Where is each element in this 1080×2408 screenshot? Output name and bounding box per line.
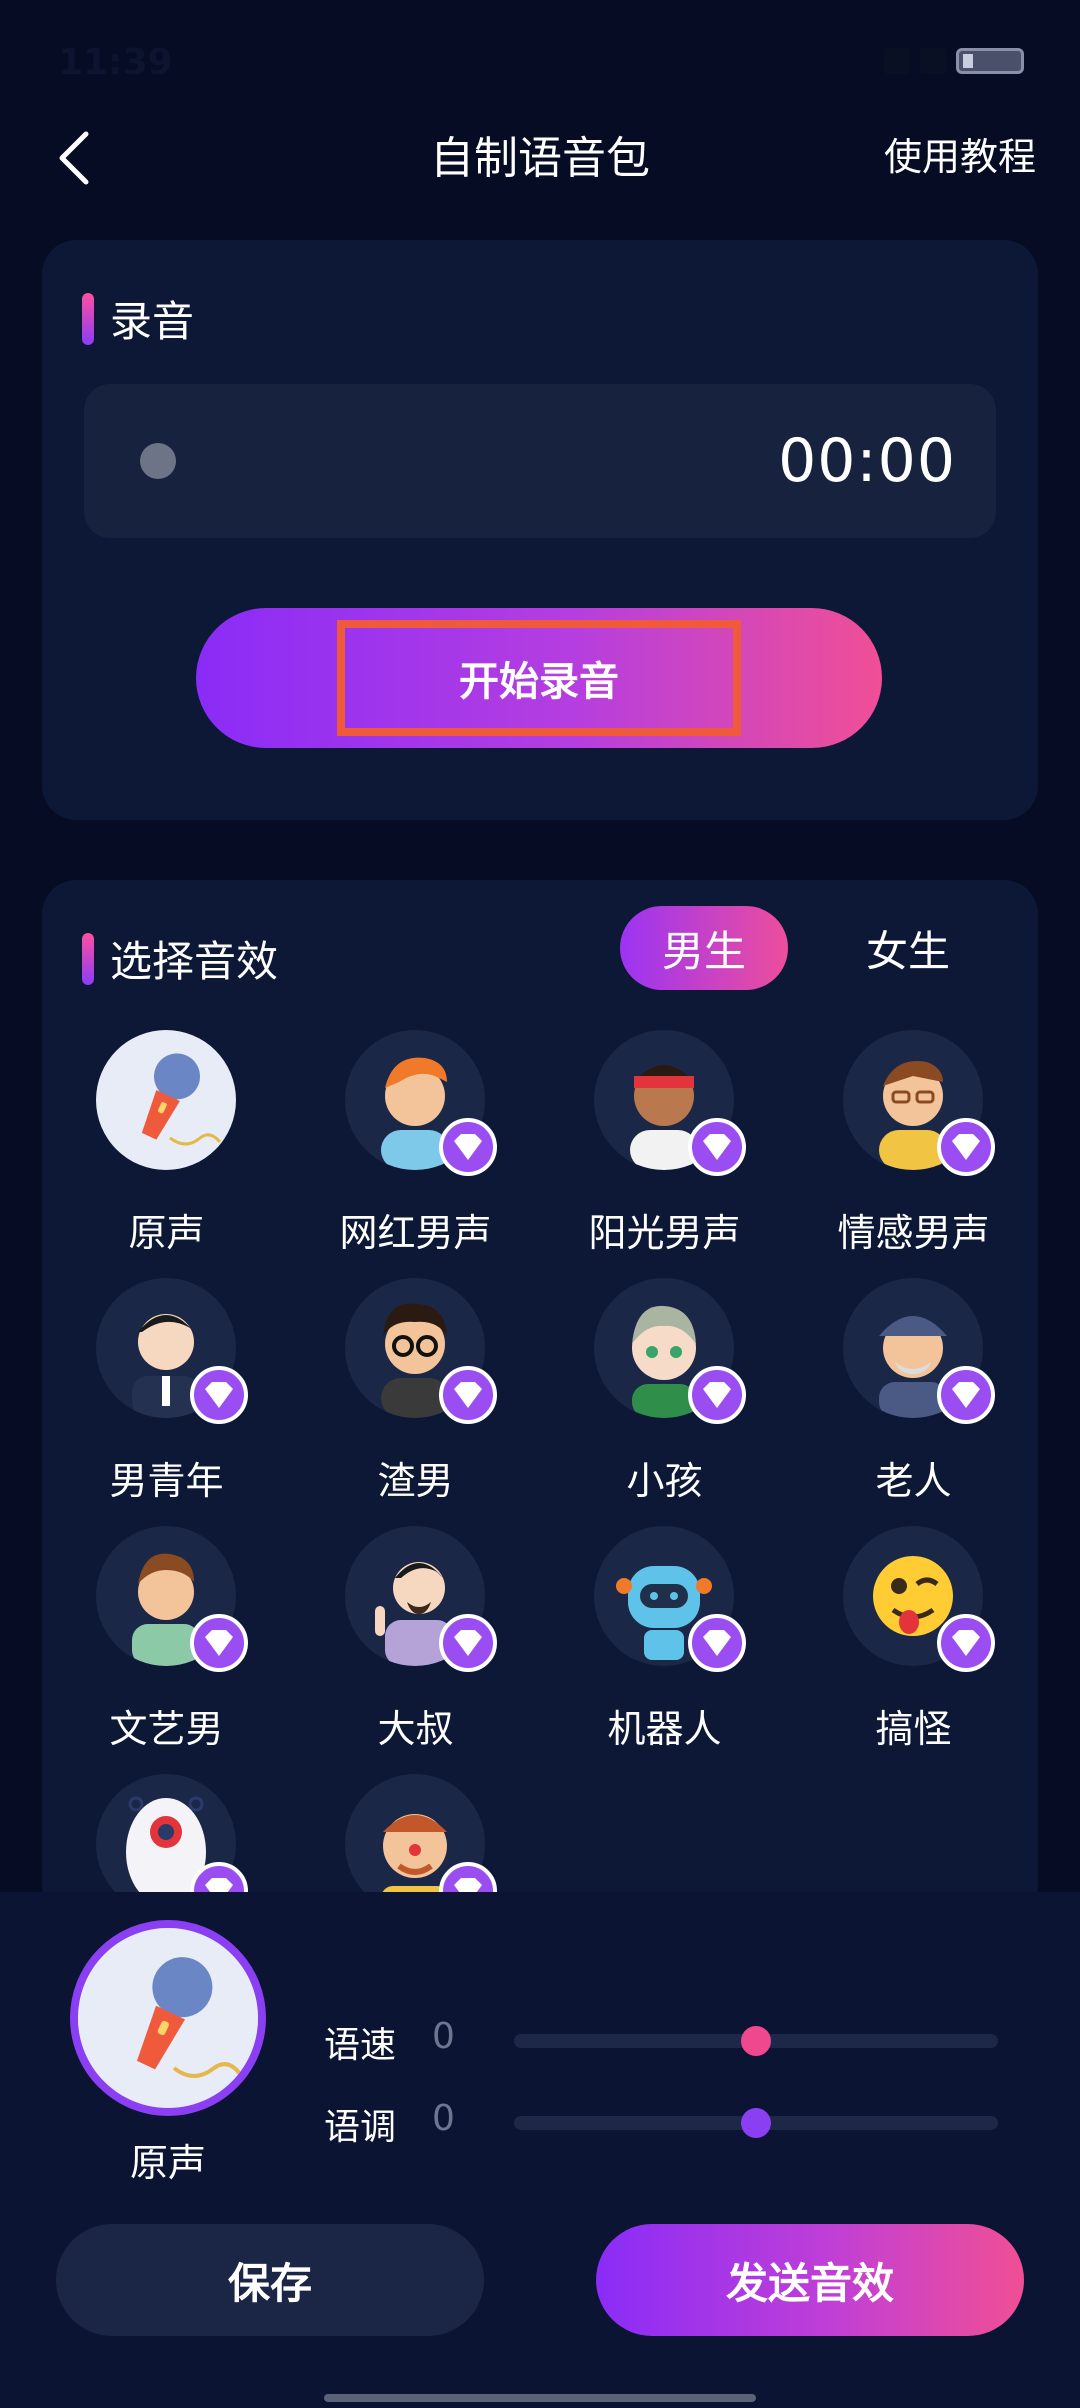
selected-effect-name: 原声 — [129, 2141, 206, 2185]
effect-name: 男青年 — [109, 1459, 224, 1503]
pitch-slider-thumb[interactable] — [741, 2108, 771, 2138]
record-indicator-icon — [140, 443, 176, 479]
effect-item[interactable]: 男青年 — [42, 1278, 291, 1528]
battery-icon — [956, 48, 1024, 74]
speed-value: 0 — [432, 2016, 455, 2057]
effect-item[interactable]: 渣男 — [291, 1278, 540, 1528]
effect-item[interactable]: 小孩 — [540, 1278, 789, 1528]
vip-diamond-icon — [937, 1614, 995, 1672]
effect-item[interactable]: 情感男声 — [789, 1030, 1038, 1280]
effect-name: 老人 — [875, 1459, 952, 1503]
vip-diamond-icon — [439, 1118, 497, 1176]
effect-name: 搞怪 — [875, 1707, 952, 1751]
wifi-icon — [920, 48, 946, 74]
selected-effect-avatar — [70, 1920, 266, 2116]
tutorial-link[interactable]: 使用教程 — [884, 126, 1036, 181]
effect-item[interactable]: 网红男声 — [291, 1030, 540, 1280]
recorder-display: 00:00 — [84, 384, 996, 538]
effect-name: 小孩 — [626, 1459, 703, 1503]
effect-item[interactable]: 老人 — [789, 1278, 1038, 1528]
effect-item[interactable]: 大叔 — [291, 1526, 540, 1776]
vip-diamond-icon — [190, 1366, 248, 1424]
speed-slider-row: 语速 0 — [324, 2010, 1004, 2070]
vip-diamond-icon — [937, 1118, 995, 1176]
effect-name: 文艺男 — [109, 1707, 224, 1751]
effects-section-title: 选择音效 — [82, 928, 278, 989]
start-recording-label-box: 开始录音 — [337, 620, 741, 736]
effect-item[interactable]: 阳光男声 — [540, 1030, 789, 1280]
vip-diamond-icon — [190, 1614, 248, 1672]
recording-title: 录音 — [110, 297, 195, 346]
tab-male[interactable]: 男生 — [620, 906, 788, 990]
status-icons — [884, 48, 1024, 74]
status-bar: 11:39 — [0, 0, 1080, 110]
effects-title: 选择音效 — [110, 937, 279, 986]
send-effect-button[interactable]: 发送音效 — [596, 2224, 1024, 2336]
effects-card: 选择音效 男生 女生 原声 网红男声 阳光男声 情感男声男青年 渣男 小孩 老人文艺男 大叔 机… — [42, 880, 1038, 1920]
effect-item[interactable]: 原声 — [42, 1030, 291, 1280]
start-recording-button[interactable]: 开始录音 — [196, 608, 882, 748]
vip-diamond-icon — [937, 1366, 995, 1424]
effect-name: 渣男 — [377, 1459, 454, 1503]
vip-diamond-icon — [688, 1366, 746, 1424]
recording-card: 录音 00:00 开始录音 — [42, 240, 1038, 820]
speed-slider-thumb[interactable] — [741, 2026, 771, 2056]
pitch-slider-row: 语调 0 — [324, 2092, 1004, 2152]
effect-item[interactable]: 搞怪 — [789, 1526, 1038, 1776]
section-accent-bar — [82, 292, 94, 345]
vip-diamond-icon — [688, 1614, 746, 1672]
pitch-value: 0 — [432, 2098, 455, 2139]
tab-female[interactable]: 女生 — [824, 906, 992, 990]
top-bar: 自制语音包 使用教程 — [0, 110, 1080, 240]
microphone-icon — [96, 1030, 236, 1170]
save-button[interactable]: 保存 — [56, 2224, 484, 2336]
status-time: 11:39 — [58, 42, 173, 83]
effect-item[interactable]: 文艺男 — [42, 1526, 291, 1776]
home-indicator — [324, 2394, 756, 2402]
vip-diamond-icon — [688, 1118, 746, 1176]
section-accent-bar — [82, 932, 94, 985]
speed-label: 语速 — [324, 2025, 397, 2066]
effect-name: 网红男声 — [339, 1211, 492, 1255]
effect-name: 情感男声 — [837, 1211, 990, 1255]
speed-slider-track[interactable] — [514, 2026, 998, 2056]
microphone-icon — [78, 1928, 258, 2108]
effect-name: 机器人 — [607, 1707, 722, 1751]
pitch-label: 语调 — [324, 2107, 397, 2148]
record-timer: 00:00 — [778, 426, 956, 496]
signal-icon — [884, 48, 910, 74]
effect-name: 原声 — [128, 1211, 205, 1255]
effect-item[interactable]: 机器人 — [540, 1526, 789, 1776]
vip-diamond-icon — [439, 1366, 497, 1424]
recording-section-title: 录音 — [82, 288, 194, 349]
effect-name: 大叔 — [377, 1707, 454, 1751]
pitch-slider-track[interactable] — [514, 2108, 998, 2138]
effect-name: 阳光男声 — [588, 1211, 741, 1255]
start-recording-label: 开始录音 — [459, 659, 619, 705]
vip-diamond-icon — [439, 1614, 497, 1672]
gender-tabs: 男生 女生 — [620, 906, 992, 990]
